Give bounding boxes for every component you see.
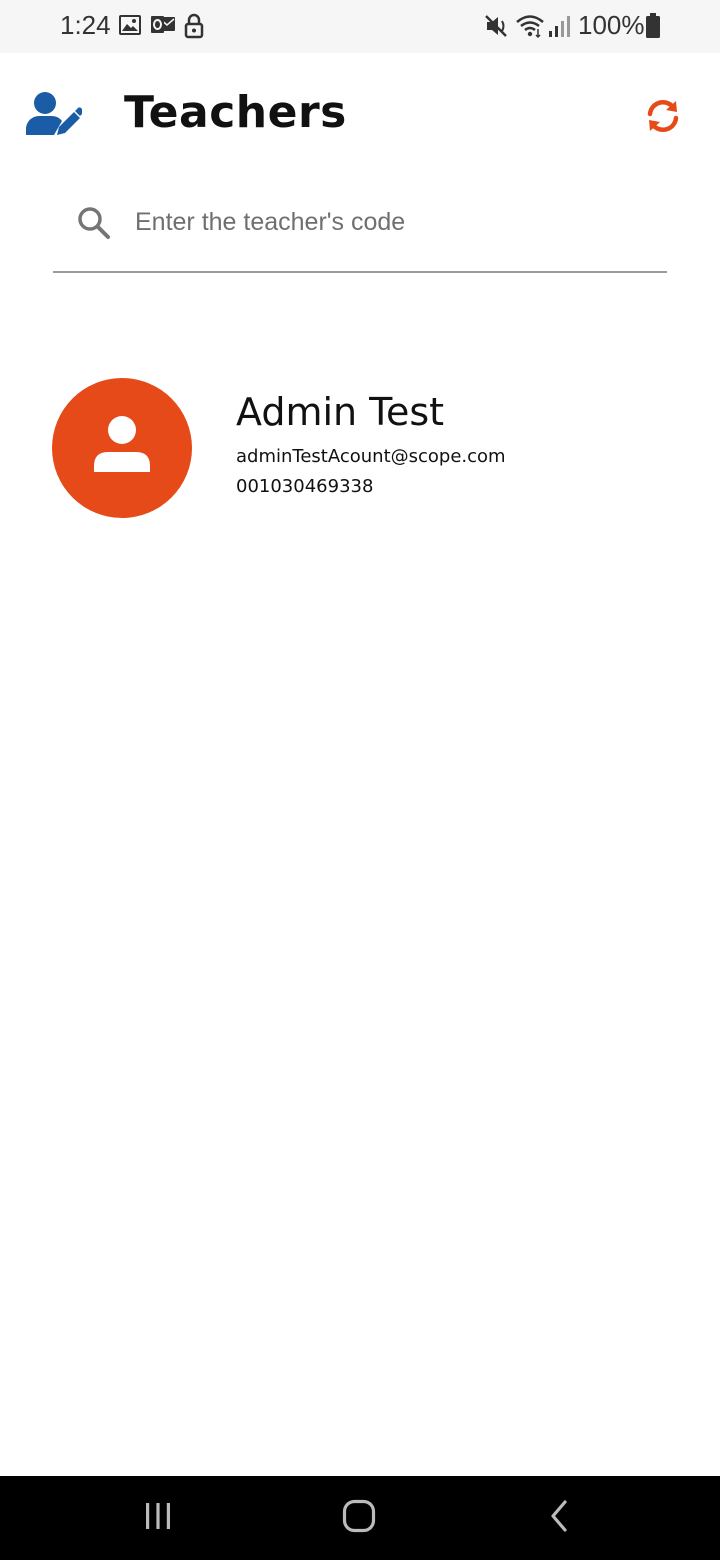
teacher-card[interactable]: Admin Test adminTestAcount@scope.com 001… [0, 360, 720, 540]
home-button[interactable] [329, 1498, 389, 1538]
refresh-button[interactable] [640, 95, 686, 141]
search-input[interactable] [135, 202, 655, 242]
teacher-list: Admin Test adminTestAcount@scope.com 001… [0, 360, 720, 540]
app-header: Teachers [0, 53, 720, 183]
outlook-icon [150, 13, 176, 41]
gallery-icon [118, 13, 142, 41]
teachers-screen: 1:24 100% Teachers Enter the teacher's c… [0, 0, 720, 1560]
recent-apps-button[interactable] [128, 1498, 188, 1538]
search-box [53, 190, 667, 273]
system-nav-bar [0, 1476, 720, 1560]
signal-icon [548, 13, 570, 43]
person-icon [90, 414, 154, 482]
recent-apps-icon [142, 1500, 174, 1536]
lock-icon [184, 13, 204, 43]
teacher-name: Admin Test [236, 390, 445, 434]
teacher-email: adminTestAcount@scope.com [236, 446, 506, 467]
search-icon [77, 206, 111, 244]
battery-icon [645, 13, 661, 43]
status-time: 1:24 [60, 10, 111, 40]
refresh-icon [646, 99, 680, 137]
avatar [52, 378, 192, 518]
user-edit-icon [26, 91, 84, 141]
status-bar: 1:24 100% [0, 0, 720, 53]
mute-vibrate-icon [484, 13, 510, 43]
back-icon [548, 1499, 572, 1537]
wifi-icon [515, 13, 545, 43]
battery-percentage: 100% [578, 10, 645, 40]
back-button[interactable] [530, 1498, 590, 1538]
page-title: Teachers [124, 87, 347, 138]
teacher-code: 001030469338 [236, 476, 374, 497]
home-icon [342, 1499, 376, 1537]
